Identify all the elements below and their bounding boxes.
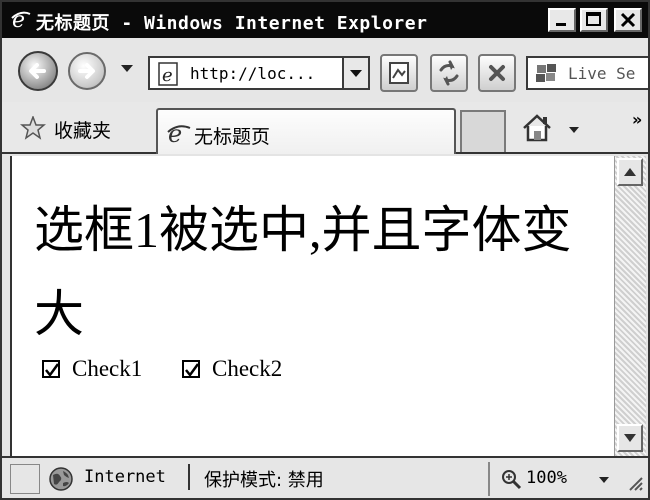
maximize-button[interactable] [580, 8, 608, 32]
close-icon [620, 12, 636, 28]
status-progress-panel [10, 464, 40, 494]
ie-logo-icon: e [11, 8, 31, 30]
status-bar: Internet 保护模式: 禁用 100% [2, 456, 648, 498]
chevron-down-icon[interactable] [598, 476, 610, 484]
svg-text:e: e [162, 65, 173, 86]
address-dropdown-button[interactable] [342, 58, 368, 88]
vertical-scrollbar[interactable] [614, 156, 646, 456]
forward-arrow-icon [78, 63, 95, 79]
minimize-button[interactable] [548, 8, 576, 32]
security-zone-label[interactable]: Internet [84, 467, 166, 487]
scroll-up-button[interactable] [617, 158, 643, 186]
back-arrow-icon [29, 63, 46, 79]
zoom-control[interactable]: 100% [488, 462, 622, 496]
page-icon: e [158, 62, 178, 86]
navigation-bar: e http://loc... Live Se [2, 38, 648, 102]
compatibility-icon [389, 62, 409, 84]
check1-label[interactable]: Check1 [72, 356, 142, 382]
search-box[interactable]: Live Se [526, 56, 648, 90]
maximize-icon [586, 12, 601, 26]
check1-checkbox[interactable] [42, 360, 60, 378]
chevron-down-icon [350, 70, 362, 77]
checkmark-icon [45, 363, 60, 378]
stop-icon [489, 65, 505, 81]
page-content: 选框1被选中,并且字体变大 Check1 Check2 [10, 156, 614, 456]
zoom-level: 100% [526, 468, 567, 488]
check2-checkbox[interactable] [182, 360, 200, 378]
forward-button[interactable] [68, 52, 106, 90]
address-bar[interactable]: e http://loc... [148, 56, 370, 90]
close-button[interactable] [614, 8, 642, 32]
stop-button[interactable] [478, 54, 516, 92]
scroll-down-button[interactable] [617, 424, 643, 452]
favorites-bar: 收藏夹 e 无标题页 » [2, 102, 648, 154]
tab-label: 无标题页 [194, 126, 271, 148]
compatibility-view-button[interactable] [380, 54, 418, 92]
refresh-button[interactable] [430, 54, 468, 92]
arrow-down-icon [624, 434, 636, 442]
more-tools-chevron-icon[interactable]: » [632, 110, 642, 129]
status-separator [188, 464, 190, 490]
svg-text:e: e [168, 120, 182, 146]
ie-page-icon: e [167, 120, 191, 146]
home-icon[interactable] [520, 112, 554, 144]
back-button[interactable] [18, 51, 58, 91]
new-tab-button[interactable] [460, 110, 506, 152]
check2-label[interactable]: Check2 [212, 356, 282, 382]
star-icon[interactable] [20, 116, 46, 140]
checkmark-icon [185, 363, 200, 378]
arrow-up-icon [624, 168, 636, 176]
page-heading: 选框1被选中,并且字体变大 [34, 202, 572, 342]
search-input[interactable]: Live Se [568, 64, 635, 83]
live-search-icon [536, 64, 556, 82]
address-input[interactable]: http://loc... [190, 64, 315, 83]
resize-grip-icon[interactable] [624, 472, 644, 492]
magnifier-icon [502, 470, 522, 490]
browser-window: e 无标题页 - Windows Internet Explorer e htt… [0, 0, 650, 500]
history-dropdown-icon[interactable] [120, 64, 134, 74]
home-dropdown-icon[interactable] [568, 126, 580, 134]
favorites-button[interactable]: 收藏夹 [54, 116, 111, 143]
window-title: 无标题页 - Windows Internet Explorer [36, 13, 428, 34]
refresh-icon [439, 60, 459, 86]
protected-mode-label[interactable]: 保护模式: 禁用 [204, 466, 324, 492]
title-bar[interactable]: e 无标题页 - Windows Internet Explorer [2, 2, 648, 38]
svg-text:e: e [12, 8, 25, 30]
tab-untitled[interactable]: e 无标题页 [156, 108, 456, 154]
minimize-icon [556, 23, 566, 26]
globe-icon [49, 467, 73, 491]
